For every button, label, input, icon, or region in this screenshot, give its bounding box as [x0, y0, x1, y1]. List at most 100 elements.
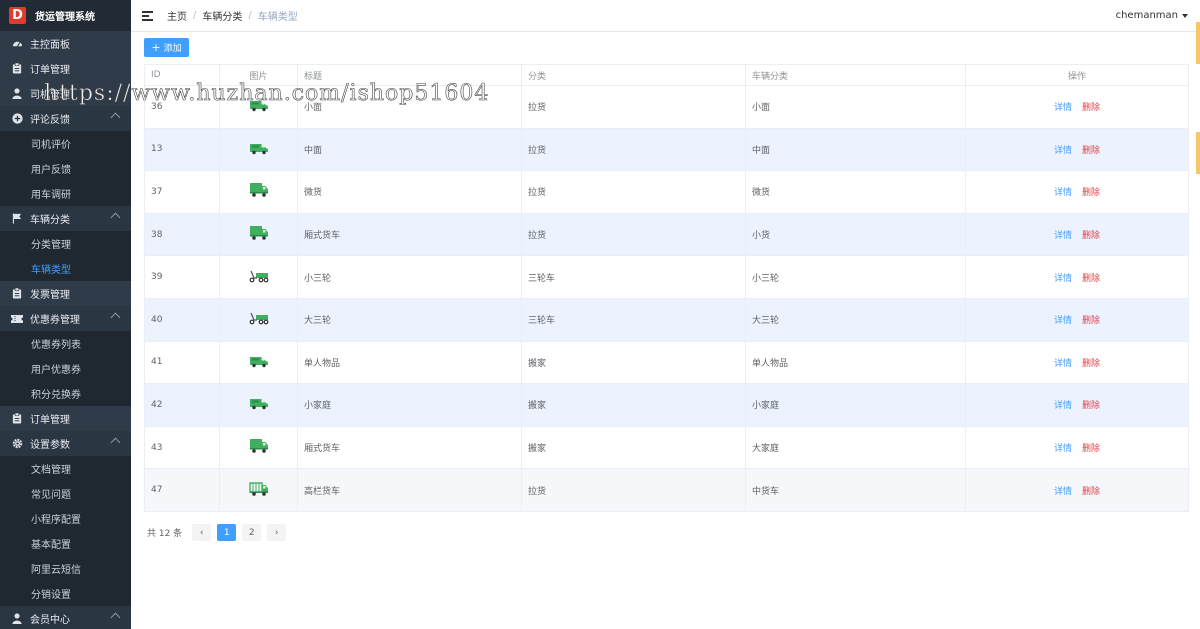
- logo-mark-icon: D: [9, 7, 26, 24]
- app-logo[interactable]: D 货运管理系统: [0, 0, 131, 31]
- cell-category: 拉货: [521, 170, 746, 214]
- cell-vehicle-class: 微货: [745, 170, 966, 214]
- pagination-prev-button[interactable]: ‹: [192, 524, 212, 541]
- sidebar-subitem[interactable]: 车辆类型: [0, 256, 131, 281]
- delete-link[interactable]: 删除: [1082, 359, 1100, 369]
- caret-down-icon: [1182, 13, 1188, 18]
- cell-title: 单人物品: [297, 341, 522, 385]
- table-row: 40 大三轮 三轮车 大三轮 详情 删除: [144, 298, 1189, 342]
- cell-vehicle-class: 小三轮: [745, 255, 966, 299]
- detail-link[interactable]: 详情: [1054, 487, 1072, 497]
- sidebar-subitem[interactable]: 小程序配置: [0, 506, 131, 531]
- detail-link[interactable]: 详情: [1054, 103, 1072, 113]
- sidebar-subitem[interactable]: 用户反馈: [0, 156, 131, 181]
- delete-link[interactable]: 删除: [1082, 487, 1100, 497]
- sidebar-subitem[interactable]: 基本配置: [0, 531, 131, 556]
- cell-category: 搬家: [521, 426, 746, 470]
- chevron-up-icon[interactable]: [110, 612, 121, 623]
- detail-link[interactable]: 详情: [1054, 316, 1072, 326]
- cell-category: 搬家: [521, 383, 746, 427]
- hamburger-icon[interactable]: [142, 10, 153, 21]
- gear-icon: [11, 438, 23, 450]
- sidebar-subitem[interactable]: 分类管理: [0, 231, 131, 256]
- sidebar-item-label: 分类管理: [31, 240, 71, 251]
- cell-vehicle-class: 大三轮: [745, 298, 966, 342]
- sidebar-subitem[interactable]: 常见问题: [0, 481, 131, 506]
- sidebar-item-label: 评论反馈: [30, 115, 70, 126]
- breadcrumb-parent[interactable]: 车辆分类: [202, 8, 242, 23]
- sidebar-item[interactable]: 评论反馈: [0, 106, 131, 131]
- chevron-up-icon[interactable]: [110, 437, 121, 448]
- cell-image: [219, 298, 298, 342]
- edge-tab[interactable]: [1196, 132, 1200, 174]
- cell-id: 37: [144, 170, 220, 214]
- sidebar-subitem[interactable]: 阿里云短信: [0, 556, 131, 581]
- detail-link[interactable]: 详情: [1054, 231, 1072, 241]
- detail-link[interactable]: 详情: [1054, 146, 1072, 156]
- sidebar-item-label: 主控面板: [30, 40, 70, 51]
- pagination-page-1[interactable]: 1: [217, 524, 237, 541]
- chevron-up-icon[interactable]: [110, 212, 121, 223]
- delete-link[interactable]: 删除: [1082, 401, 1100, 411]
- cell-title: 小三轮: [297, 255, 522, 299]
- sidebar-item[interactable]: 车辆分类: [0, 206, 131, 231]
- chevron-up-icon[interactable]: [110, 312, 121, 323]
- table-row: 39 小三轮 三轮车 小三轮 详情 删除: [144, 255, 1189, 299]
- edge-tab[interactable]: [1196, 22, 1200, 64]
- sidebar-item[interactable]: 设置参数: [0, 431, 131, 456]
- sidebar-subitem[interactable]: 分销设置: [0, 581, 131, 606]
- sidebar-item[interactable]: 主控面板: [0, 31, 131, 56]
- delete-link[interactable]: 删除: [1082, 444, 1100, 454]
- sidebar-item[interactable]: 优惠券管理: [0, 306, 131, 331]
- sidebar-subitem[interactable]: 文档管理: [0, 456, 131, 481]
- add-button[interactable]: + 添加: [144, 38, 189, 57]
- delete-link[interactable]: 删除: [1082, 188, 1100, 198]
- table-row: 37 微货 拉货 微货 详情 删除: [144, 170, 1189, 214]
- dashboard-icon: [11, 38, 23, 50]
- delete-link[interactable]: 删除: [1082, 274, 1100, 284]
- cell-actions: 详情 删除: [965, 341, 1189, 385]
- breadcrumb-home[interactable]: 主页: [167, 8, 187, 23]
- delete-link[interactable]: 删除: [1082, 231, 1100, 241]
- detail-link[interactable]: 详情: [1054, 401, 1072, 411]
- sidebar-item-label: 小程序配置: [31, 515, 81, 526]
- sidebar-item-label: 车辆分类: [30, 215, 70, 226]
- chevron-up-icon[interactable]: [110, 112, 121, 123]
- sidebar-item[interactable]: 订单管理: [0, 56, 131, 81]
- pagination-page-2[interactable]: 2: [242, 524, 262, 541]
- sidebar-subitem[interactable]: 用户优惠券: [0, 356, 131, 381]
- sidebar-item[interactable]: 订单管理: [0, 406, 131, 431]
- pagination-next-button[interactable]: ›: [267, 524, 287, 541]
- cell-title: 中面: [297, 128, 522, 172]
- user-icon: [11, 613, 23, 625]
- cell-image: [219, 426, 298, 470]
- sidebar-subitem[interactable]: 积分兑换券: [0, 381, 131, 406]
- detail-link[interactable]: 详情: [1054, 188, 1072, 198]
- detail-link[interactable]: 详情: [1054, 444, 1072, 454]
- user-menu[interactable]: chemanman: [1116, 10, 1188, 21]
- table-row: 38 厢式货车 拉货 小货 详情 删除: [144, 213, 1189, 257]
- detail-link[interactable]: 详情: [1054, 274, 1072, 284]
- sidebar-item-label: 司机评价: [31, 140, 71, 151]
- cell-id: 39: [144, 255, 220, 299]
- cell-category: 搬家: [521, 341, 746, 385]
- cell-vehicle-class: 中货车: [745, 468, 966, 512]
- delete-link[interactable]: 删除: [1082, 316, 1100, 326]
- app-title: 货运管理系统: [35, 12, 95, 23]
- sidebar-subitem[interactable]: 用车调研: [0, 181, 131, 206]
- sidebar-subitem[interactable]: 优惠券列表: [0, 331, 131, 356]
- truck-icon: [249, 438, 269, 457]
- cell-title: 微货: [297, 170, 522, 214]
- sidebar-item[interactable]: 会员中心: [0, 606, 131, 629]
- cell-vehicle-class: 小货: [745, 213, 966, 257]
- sidebar-subitem[interactable]: 司机评价: [0, 131, 131, 156]
- column-header-vehicle-class: 车辆分类: [745, 64, 966, 86]
- delete-link[interactable]: 删除: [1082, 103, 1100, 113]
- cell-vehicle-class: 小面: [745, 85, 966, 129]
- cell-actions: 详情 删除: [965, 468, 1189, 512]
- sidebar-menu: 主控面板 订单管理 司机管理 评论反馈 司机评价 用户反馈 用车调研 车辆分类 分类管理 车辆类型…: [0, 31, 131, 629]
- cell-category: 拉货: [521, 128, 746, 172]
- detail-link[interactable]: 详情: [1054, 359, 1072, 369]
- sidebar-item[interactable]: 发票管理: [0, 281, 131, 306]
- delete-link[interactable]: 删除: [1082, 146, 1100, 156]
